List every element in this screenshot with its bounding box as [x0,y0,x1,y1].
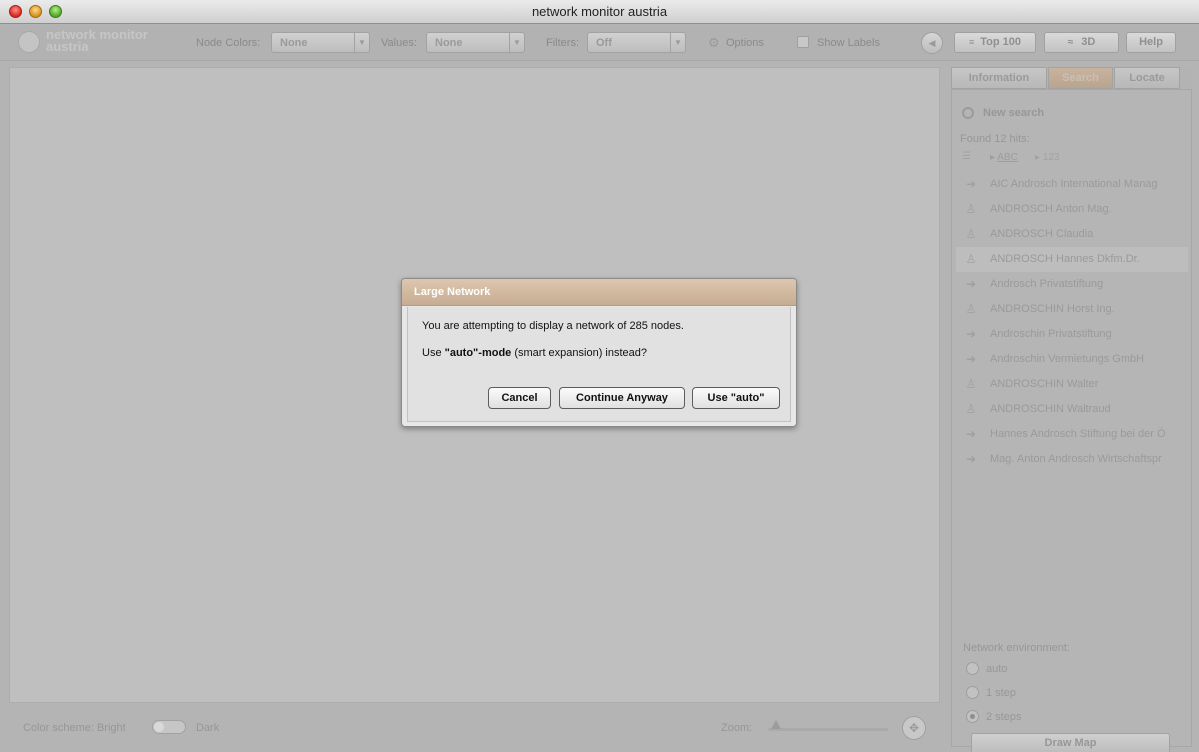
person-icon: ♙ [965,202,977,216]
dialog-title: Large Network [414,286,491,298]
toolbar: network monitor austria Node Colors: Non… [0,25,1199,61]
person-icon: ♙ [965,252,977,266]
app-logo: network monitor austria [18,28,178,57]
chevron-down-icon: ▼ [354,33,369,52]
top100-button[interactable]: ≡ Top 100 [954,32,1036,53]
refresh-icon[interactable] [962,107,974,119]
options-button[interactable]: Options [726,37,764,49]
list-item[interactable]: ➜ Androsch Privatstiftung [956,272,1188,297]
sort-123-button[interactable]: ▸ 123 [1035,152,1060,163]
company-icon: ➜ [965,427,977,441]
panel-tabs: Information Search Locate [951,67,1192,89]
dialog-header: Large Network [402,279,796,306]
window-title: network monitor austria [531,4,668,19]
new-search-link[interactable]: New search [983,107,1044,119]
zoom-label: Zoom: [721,722,753,734]
use-auto-button[interactable]: Use "auto" [692,387,780,409]
person-icon: ♙ [965,227,977,241]
pan-control-icon[interactable]: ✥ [902,716,926,740]
sort-abc-button[interactable]: ▸ ABC [990,152,1018,163]
chevron-down-icon: ▼ [670,33,685,52]
env-1step-radio[interactable] [966,686,979,699]
tab-search[interactable]: Search [1048,67,1113,89]
env-2steps-label[interactable]: 2 steps [986,711,1021,723]
logo-icon [18,31,40,53]
list-item[interactable]: ♙ ANDROSCH Anton Mag. [956,197,1188,222]
list-icon: ≡ [968,37,975,47]
list-item[interactable]: ♙ ANDROSCH Claudia [956,222,1188,247]
list-item[interactable]: ♙ ANDROSCHIN Horst Ing. [956,297,1188,322]
status-bar: Color scheme: Bright Dark Zoom: ✥ [0,708,945,748]
zoom-slider-thumb[interactable] [771,720,781,729]
values-label: Values: [381,37,417,49]
continue-anyway-button[interactable]: Continue Anyway [559,387,685,409]
list-item[interactable]: ♙ ANDROSCHIN Waltraud [956,397,1188,422]
values-select[interactable]: None ▼ [426,32,525,53]
title-bar[interactable]: network monitor austria [0,0,1199,24]
node-colors-value: None [280,37,308,49]
company-icon: ➜ [965,327,977,341]
gear-icon[interactable]: ⚙ [708,35,720,51]
env-auto-label[interactable]: auto [986,663,1007,675]
list-item[interactable]: ♙ ANDROSCHIN Walter [956,372,1188,397]
values-value: None [435,37,463,49]
3d-view-icon: ≈ [1067,37,1074,48]
dialog-question: Use "auto"-mode (smart expansion) instea… [422,347,648,359]
color-scheme-toggle[interactable] [152,720,186,734]
help-button[interactable]: Help [1126,32,1176,53]
node-colors-select[interactable]: None ▼ [271,32,370,53]
list-item[interactable]: ♙ ANDROSCH Hannes Dkfm.Dr. [956,247,1188,272]
person-icon: ♙ [965,302,977,316]
sort-icon[interactable]: ☰ [962,151,971,162]
person-icon: ♙ [965,377,977,391]
cancel-button[interactable]: Cancel [488,387,551,409]
large-network-dialog: Large Network You are attempting to disp… [401,278,797,427]
logo-text-line2: austria [46,39,89,54]
filters-label: Filters: [546,37,579,49]
company-icon: ➜ [965,277,977,291]
list-item[interactable]: ➜ Mag. Anton Androsch Wirtschaftspr [956,447,1188,472]
company-icon: ➜ [965,452,977,466]
list-item[interactable]: ➜ AIC Androsch International Manag [956,172,1188,197]
search-panel: New search Found 12 hits: ☰ ▸ ABC ▸ 123 … [951,89,1192,752]
filters-value: Off [596,37,612,49]
person-icon: ♙ [965,402,977,416]
search-results-list: ➜ AIC Androsch International Manag ♙ ANDRO… [956,172,1188,472]
list-item[interactable]: ➜ Androschin Privatstiftung [956,322,1188,347]
draw-map-button[interactable]: Draw Map [971,733,1170,752]
side-panel: Information Search Locate New search Fou… [951,67,1192,752]
env-1step-label[interactable]: 1 step [986,687,1016,699]
env-auto-radio[interactable] [966,662,979,675]
3d-button[interactable]: ≈3D [1044,32,1119,53]
app-window: network monitor austria network monitor … [0,0,1199,752]
dialog-body: You are attempting to display a network … [407,307,791,422]
company-icon: ➜ [965,352,977,366]
tab-locate[interactable]: Locate [1114,67,1180,89]
color-scheme-label: Color scheme: Bright [23,722,126,734]
dialog-message: You are attempting to display a network … [422,320,684,332]
company-icon: ➜ [965,177,977,191]
chevron-down-icon: ▼ [509,33,524,52]
dark-label: Dark [196,722,220,734]
node-colors-label: Node Colors: [196,37,261,49]
network-environment-label: Network environment: [963,642,1070,654]
env-2steps-radio[interactable] [966,710,979,723]
show-labels-label[interactable]: Show Labels [817,37,880,49]
list-item[interactable]: ➜ Androschin Vermietungs GmbH [956,347,1188,372]
zoom-slider[interactable] [768,728,888,731]
found-hits-label: Found 12 hits: [960,133,1030,145]
list-item[interactable]: ➜ Hannes Androsch Stiftung bei der Ö [956,422,1188,447]
filters-select[interactable]: Off ▼ [587,32,686,53]
back-arrow-icon[interactable]: ◀ [921,32,943,54]
tab-information[interactable]: Information [951,67,1047,89]
show-labels-checkbox[interactable] [797,36,809,48]
